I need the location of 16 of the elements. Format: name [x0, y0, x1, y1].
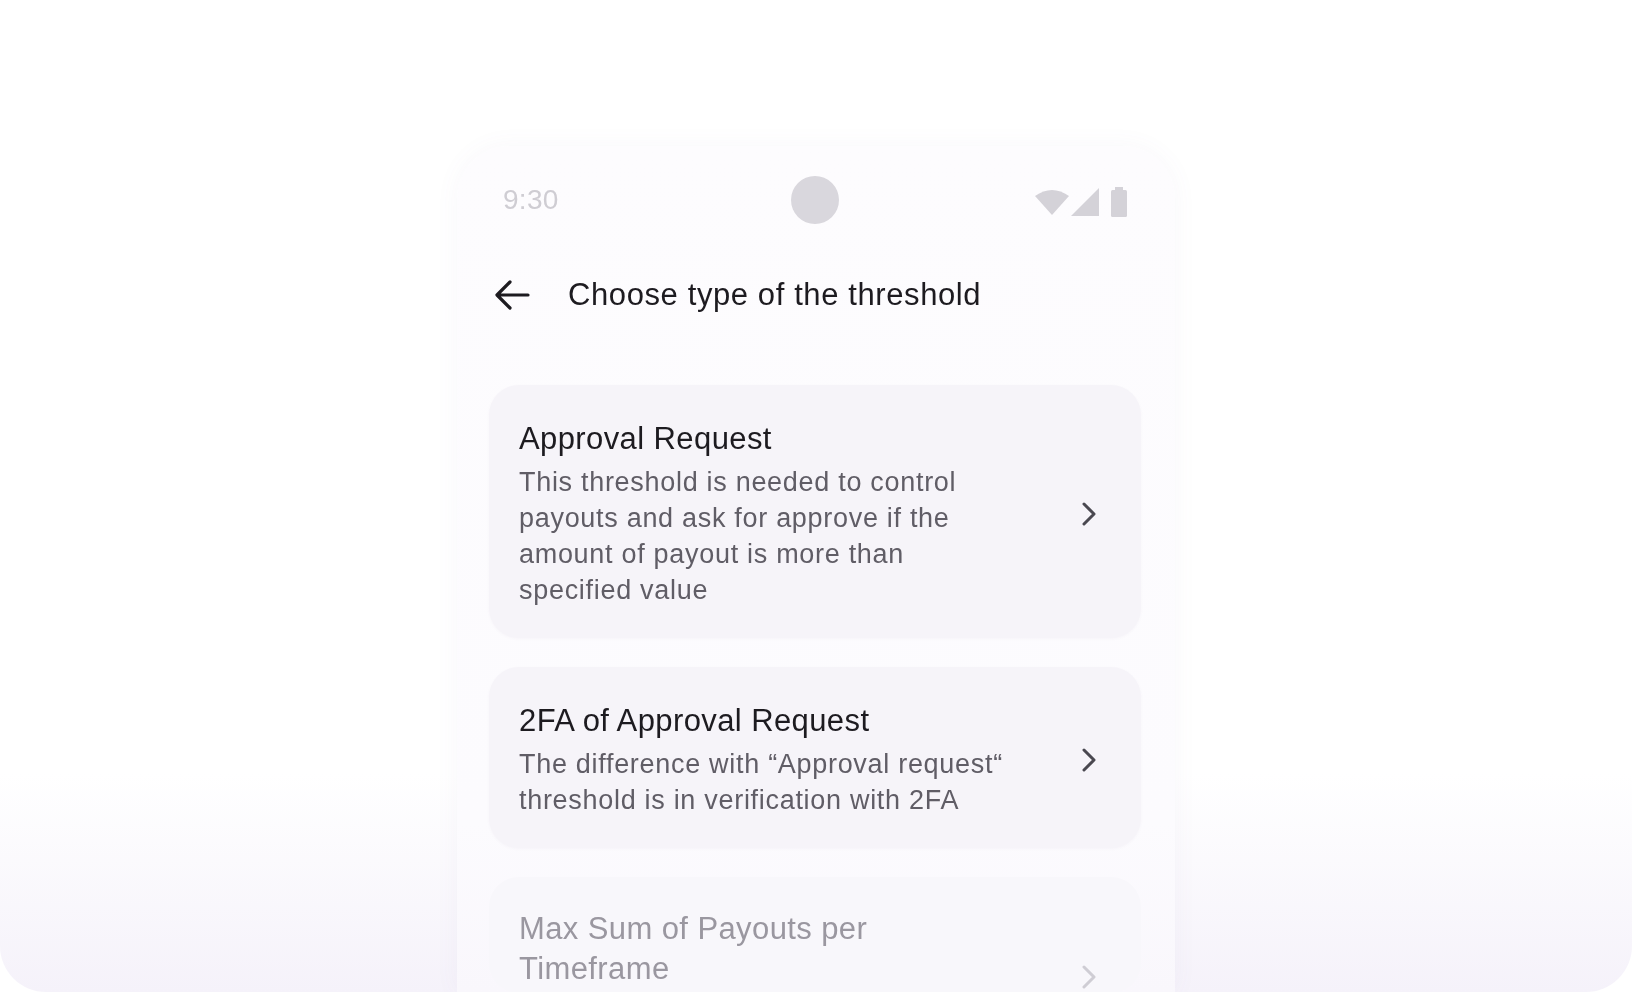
back-button[interactable] — [494, 280, 530, 310]
screen-title: Choose type of the threshold — [568, 276, 982, 314]
chevron-right-icon — [1082, 965, 1096, 989]
chevron-right-icon — [1082, 747, 1096, 772]
option-title: 2FA of Approval Request — [519, 702, 871, 740]
option-title: Max Sum of Payouts per Timeframe — [519, 910, 869, 988]
option-card[interactable]: Approval Request This threshold is needed to control payouts and ask for approve if the amount of payout is more than specified value — [489, 385, 1141, 638]
option-title: Approval Request — [519, 420, 773, 458]
battery-icon — [1111, 187, 1127, 217]
option-description: This threshold is needed to control payouts and ask for approve if the amount of payout is more than specified value — [519, 466, 958, 607]
option-description: The difference with “Approval request“ threshold is in verification with 2FA — [519, 748, 1004, 817]
wifi-icon — [1035, 189, 1069, 215]
camera-cutout-icon — [791, 176, 839, 224]
signal-icon — [1071, 188, 1099, 216]
option-card[interactable]: 2FA of Approval Request The difference with “Approval request“ threshold is in verification with 2FA — [489, 667, 1141, 848]
chevron-right-icon — [1082, 501, 1096, 526]
